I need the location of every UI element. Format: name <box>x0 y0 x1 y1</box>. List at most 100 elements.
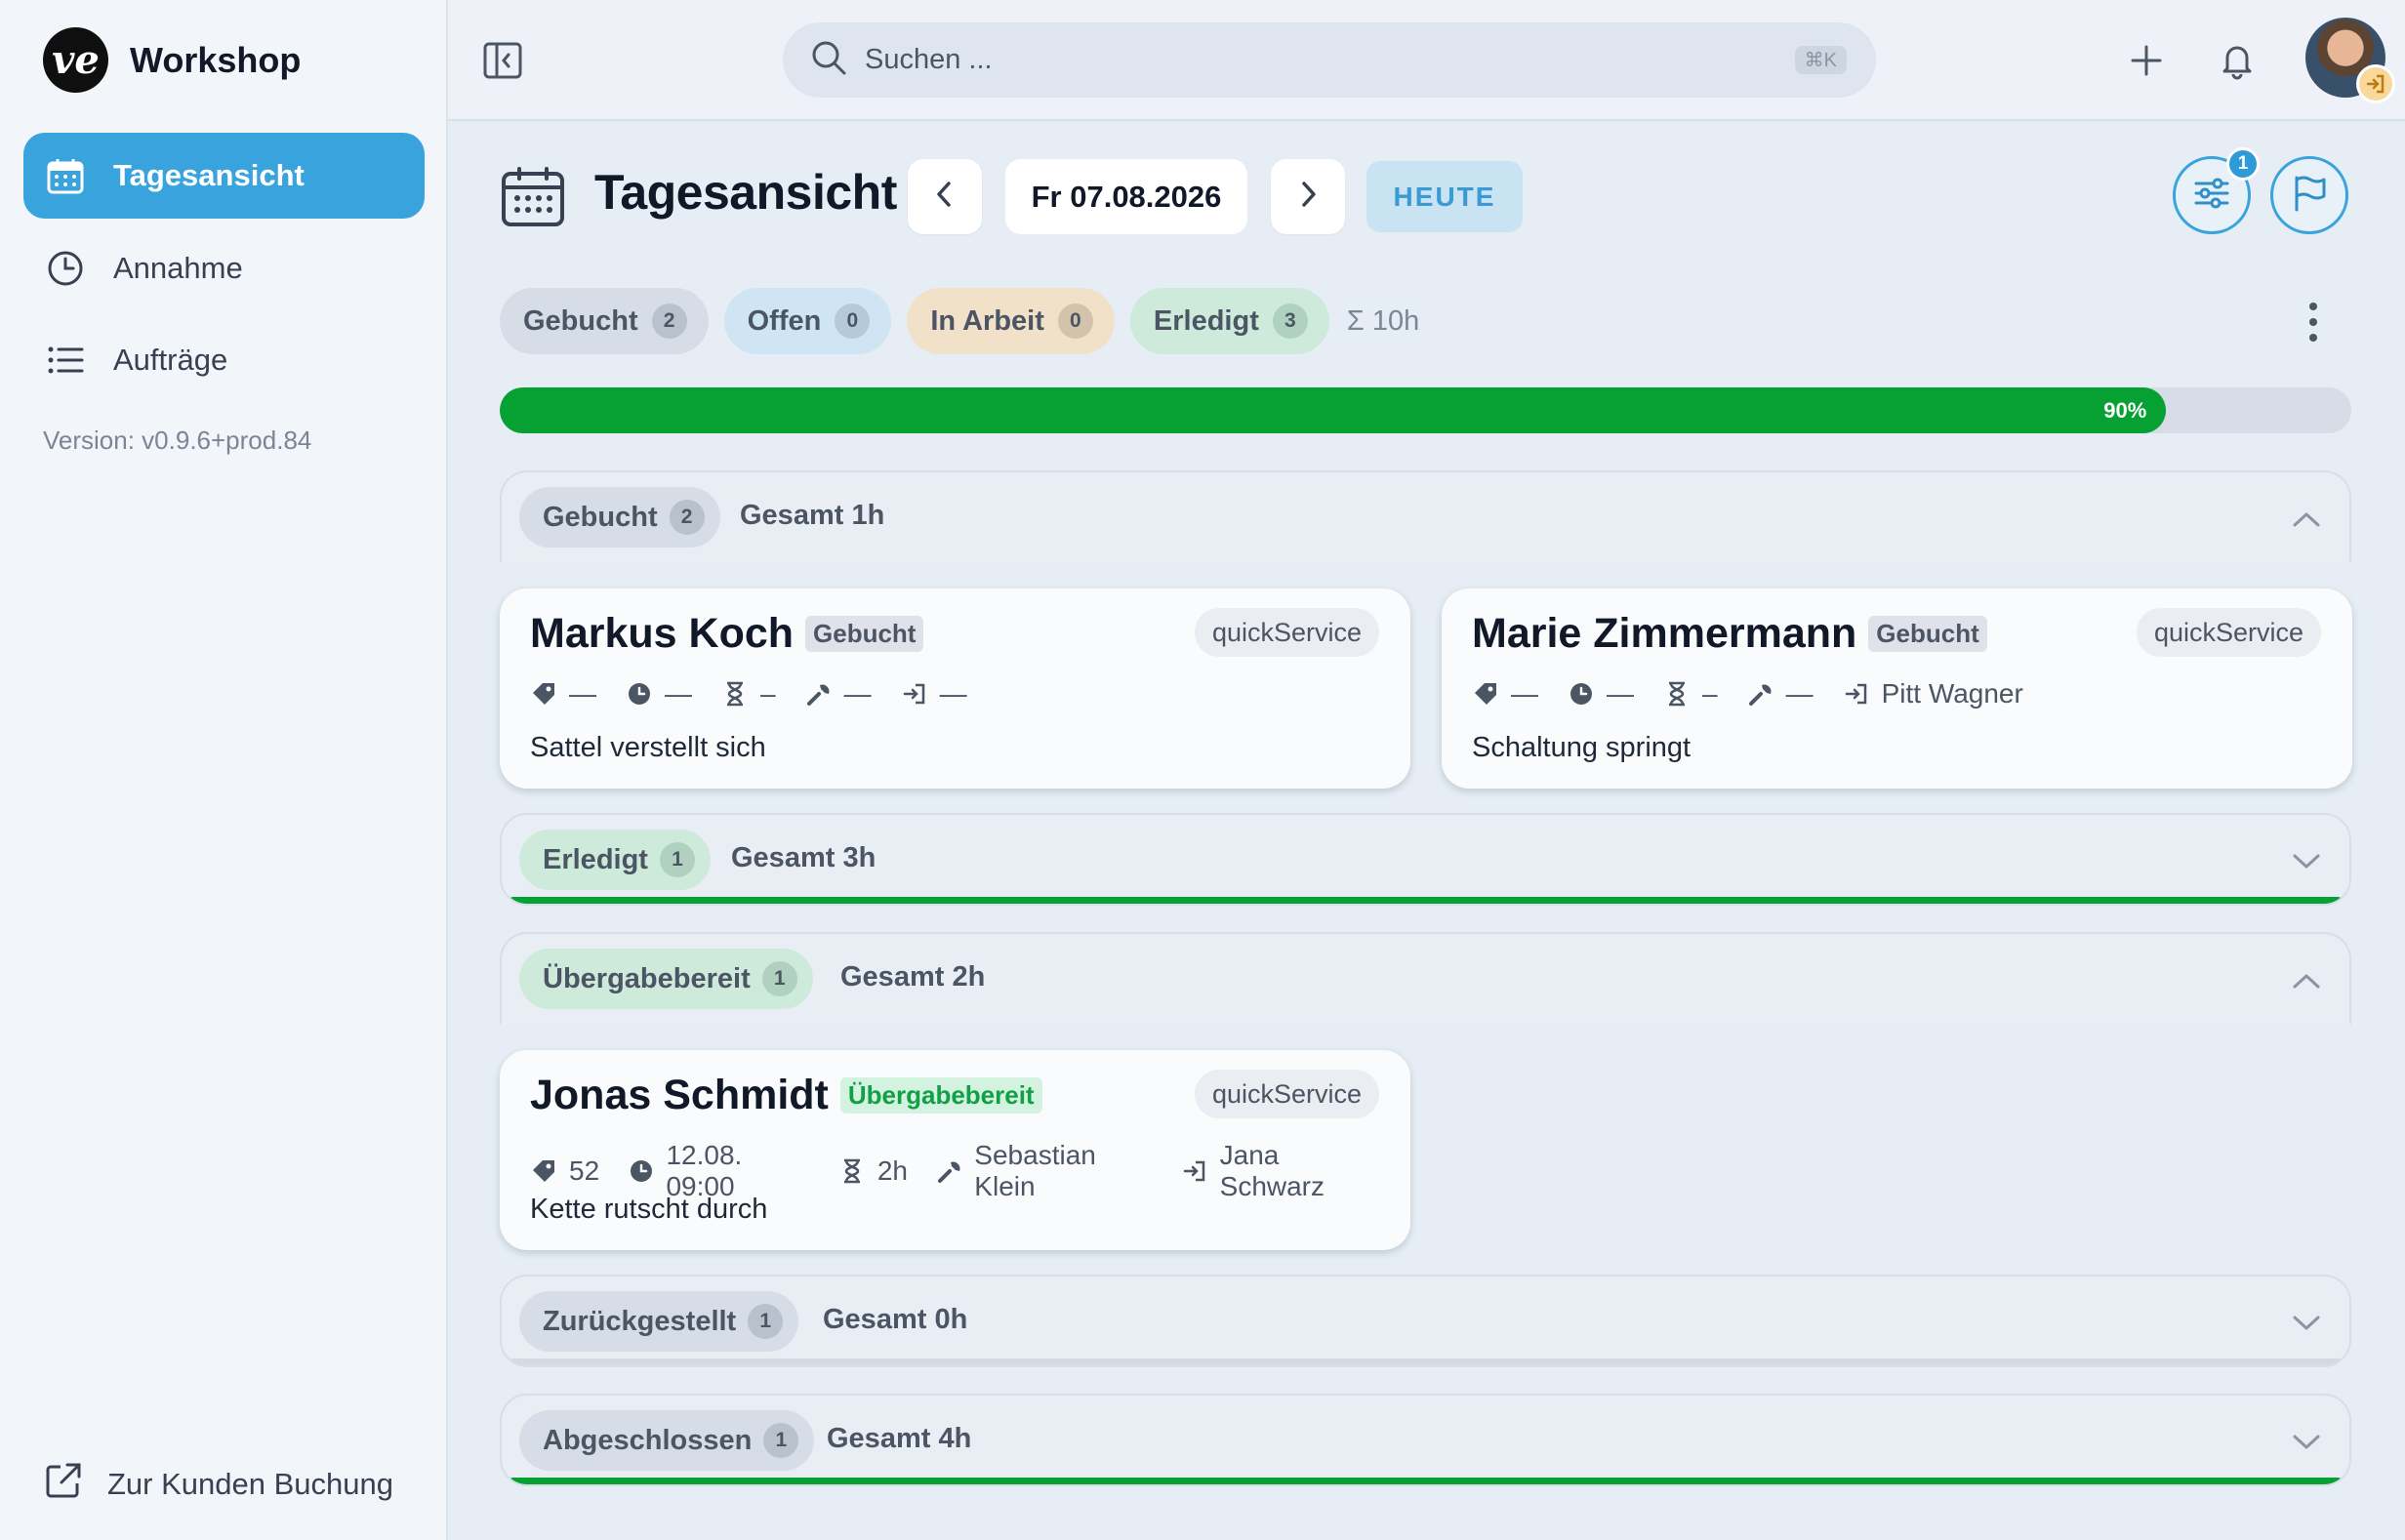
group-count: 2 <box>669 500 705 535</box>
group-progress-bar <box>510 1478 2342 1484</box>
status-chip-offen[interactable]: Offen 0 <box>723 288 892 354</box>
group-label-text: Gebucht <box>543 501 658 533</box>
brand-name: Workshop <box>130 39 302 80</box>
prev-day-button[interactable] <box>908 159 982 234</box>
group-label-text: Zurückgestellt <box>543 1305 737 1337</box>
sidebar-item-auftraege[interactable]: Aufträge <box>23 317 425 403</box>
card-description: Kette rutscht durch <box>530 1194 768 1225</box>
plus-icon[interactable] <box>2123 37 2170 84</box>
meta-duration: 2h <box>838 1155 908 1187</box>
meta-value: — <box>843 678 872 709</box>
calendar-icon <box>45 155 86 196</box>
hourglass-icon <box>721 680 749 708</box>
group-erledigt[interactable]: Erledigt 1 Gesamt 3h <box>500 813 2351 906</box>
group-abgeschlossen[interactable]: Abgeschlossen 1 Gesamt 4h <box>500 1394 2351 1486</box>
meta-number: 52 <box>530 1155 599 1187</box>
customer-name: Jonas Schmidt <box>530 1072 829 1118</box>
chip-count: 2 <box>651 304 687 339</box>
brand[interactable]: ve Workshop <box>43 27 301 93</box>
meta-duration: – <box>721 678 776 709</box>
meta-duration: – <box>1663 678 1718 709</box>
card-meta: — — – — Pitt Wagner <box>1472 678 2053 709</box>
meta-mechanic: Sebastian Klein <box>937 1140 1153 1202</box>
status-chip-in-arbeit[interactable]: In Arbeit 0 <box>907 288 1115 354</box>
list-icon <box>45 340 86 381</box>
date-picker[interactable]: Fr 07.08.2026 <box>1005 159 1247 234</box>
chip-label: Gebucht <box>523 304 638 337</box>
search-bar[interactable]: ⌘K <box>783 22 1876 98</box>
meta-value: – <box>1702 678 1718 709</box>
customer-booking-label: Zur Kunden Buchung <box>107 1467 393 1501</box>
tag-icon <box>530 1157 557 1185</box>
chip-count: 3 <box>1272 304 1308 339</box>
meta-handover: Pitt Wagner <box>1843 678 2023 709</box>
chevron-down-icon[interactable] <box>2289 844 2324 879</box>
next-day-button[interactable] <box>1271 159 1345 234</box>
chip-label: Erledigt <box>1153 304 1259 337</box>
sidebar-item-tagesansicht[interactable]: Tagesansicht <box>23 133 425 219</box>
brand-logo: ve <box>43 27 108 93</box>
filter-count-badge: 1 <box>2226 147 2260 181</box>
card-meta: — — – — — <box>530 678 997 709</box>
topbar: ⌘K <box>448 0 2405 121</box>
group-count: 1 <box>761 961 797 996</box>
sidebar-item-label: Aufträge <box>113 343 228 377</box>
status-chip-gebucht[interactable]: Gebucht 2 <box>500 288 709 354</box>
day-progress-bar: 90% <box>500 387 2351 433</box>
search-input[interactable] <box>865 44 1743 76</box>
group-progress-bar <box>510 1358 2342 1365</box>
meta-value: Pitt Wagner <box>1881 678 2023 709</box>
group-label-text: Abgeschlossen <box>543 1424 753 1456</box>
chevron-up-icon[interactable] <box>2289 502 2324 537</box>
user-avatar[interactable] <box>2305 18 2395 103</box>
status-chip-erledigt[interactable]: Erledigt 3 <box>1129 288 1329 354</box>
customer-name: Markus Koch <box>530 610 795 657</box>
service-tag: quickService <box>1194 1070 1379 1118</box>
wrench-icon <box>805 680 833 708</box>
meta-handover: Jana Schwarz <box>1182 1140 1381 1202</box>
filter-button[interactable]: 1 <box>2173 147 2260 234</box>
clock-icon <box>1568 680 1595 708</box>
order-card[interactable]: Markus Koch Gebucht quickService — — – —… <box>500 588 1410 789</box>
more-vertical-icon[interactable] <box>2294 293 2333 351</box>
group-zurueckgestellt[interactable]: Zurückgestellt 1 Gesamt 0h <box>500 1275 2351 1367</box>
calendar-icon <box>500 166 566 228</box>
group-total: Gesamt 1h <box>740 500 885 531</box>
status-badge: Gebucht <box>805 616 924 652</box>
meta-value: — <box>569 678 596 709</box>
order-card[interactable]: Marie Zimmermann Gebucht quickService — … <box>1442 588 2352 789</box>
tag-icon <box>1472 680 1499 708</box>
chevron-up-icon[interactable] <box>2289 963 2324 998</box>
sidebar-toggle-icon[interactable] <box>481 39 524 82</box>
group-total: Gesamt 2h <box>840 961 986 993</box>
sliders-icon <box>2192 174 2231 218</box>
meta-time: — <box>1568 678 1634 709</box>
flag-button[interactable] <box>2270 156 2348 234</box>
meta-number: — <box>530 678 596 709</box>
sidebar-item-label: Tagesansicht <box>113 158 305 192</box>
group-progress-bar <box>510 897 2342 904</box>
page-title: Tagesansicht <box>594 165 897 220</box>
service-tag: quickService <box>1194 608 1379 657</box>
group-label: Erledigt 1 <box>519 830 711 890</box>
chevron-right-icon <box>1293 180 1323 214</box>
total-hours: Σ 10h <box>1346 304 1420 337</box>
bell-icon[interactable] <box>2214 37 2261 84</box>
chevron-down-icon[interactable] <box>2289 1425 2324 1460</box>
group-gebucht[interactable]: Gebucht 2 Gesamt 1h <box>500 470 2351 563</box>
status-badge: Übergabebereit <box>839 1077 1042 1114</box>
login-icon <box>2356 64 2395 103</box>
order-card[interactable]: Jonas Schmidt Übergabebereit quickServic… <box>500 1050 1410 1250</box>
search-shortcut-hint: ⌘K <box>1794 46 1847 74</box>
group-uebergabebereit[interactable]: Übergabebereit 1 Gesamt 2h <box>500 932 2351 1025</box>
chip-label: In Arbeit <box>930 304 1044 337</box>
clock-icon <box>45 248 86 289</box>
today-button[interactable]: HEUTE <box>1366 161 1523 232</box>
sidebar-item-annahme[interactable]: Annahme <box>23 225 425 311</box>
meta-value: — <box>1607 678 1634 709</box>
meta-mechanic: — <box>805 678 872 709</box>
chevron-down-icon[interactable] <box>2289 1306 2324 1341</box>
meta-handover: — <box>901 678 967 709</box>
customer-booking-link[interactable]: Zur Kunden Buchung <box>43 1460 393 1509</box>
group-total: Gesamt 0h <box>823 1304 968 1335</box>
